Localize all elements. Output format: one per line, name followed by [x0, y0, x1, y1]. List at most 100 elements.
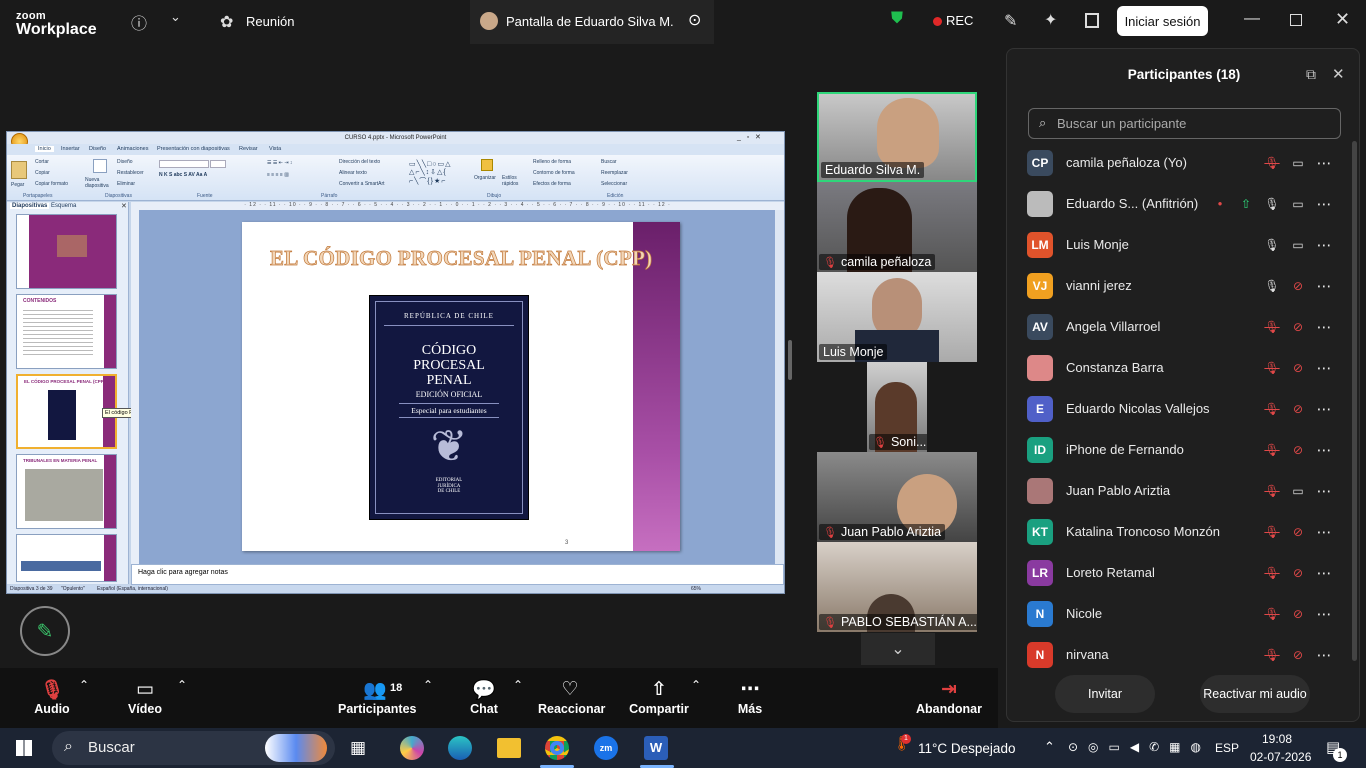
mic-icon[interactable]: 🎙 — [1259, 279, 1285, 293]
format-painter-button[interactable]: Copiar formato — [35, 181, 68, 187]
cut-button[interactable]: Cortar — [35, 159, 49, 165]
meeting-icon[interactable]: ✿ — [220, 12, 233, 32]
shape-effects-button[interactable]: Efectos de forma — [533, 181, 571, 187]
meeting-label[interactable]: Reunión — [246, 14, 294, 29]
participant-row[interactable]: Nnirvana 🎙 ⊘ ⋯ — [1027, 634, 1337, 675]
video-tile-camila[interactable]: 🎙 camila peñaloza — [817, 182, 977, 272]
chevron-down-icon[interactable]: ⌄ — [170, 9, 181, 25]
info-icon[interactable]: ⓘ — [131, 10, 147, 34]
invite-button[interactable]: Invitar — [1055, 675, 1155, 713]
participant-more-icon[interactable]: ⋯ — [1311, 605, 1337, 623]
participant-row[interactable]: LR Loreto Retamal 🎙 ⊘ ⋯ — [1027, 552, 1337, 593]
participant-row[interactable]: CP camila peñaloza (Yo) 🎙 ▭ ⋯ — [1027, 142, 1337, 183]
layout-button[interactable]: Diseño — [117, 159, 133, 165]
participant-more-icon[interactable]: ⋯ — [1311, 646, 1337, 664]
tray-chevron-icon[interactable]: ⌃ — [1044, 739, 1055, 755]
camera-off-icon[interactable]: ⊘ — [1285, 648, 1311, 662]
annotate-pen-button[interactable]: ✎ — [20, 606, 70, 656]
reset-button[interactable]: Restablecer — [117, 170, 144, 176]
camera-icon[interactable]: ▭ — [1285, 197, 1311, 211]
audio-options-caret[interactable]: ⌃ — [79, 678, 89, 692]
participant-row[interactable]: VJ vianni jerez 🎙 ⊘ ⋯ — [1027, 265, 1337, 306]
pane-tab-outline[interactable]: Esquema — [51, 203, 76, 209]
camera-icon[interactable]: ▭ — [1285, 484, 1311, 498]
rec-label[interactable]: REC — [946, 13, 973, 28]
mic-muted-icon[interactable]: 🎙 — [1259, 320, 1285, 334]
chat-options-caret[interactable]: ⌃ — [513, 678, 523, 692]
shapes-gallery[interactable]: ▭╲╲□○▭△ △⌐╲↕⇩△{⌐╲⌒{}★⌐ — [409, 160, 452, 186]
popout-icon[interactable]: ⧉ — [1306, 66, 1316, 83]
status-zoom[interactable]: 65% — [691, 586, 701, 592]
tray-time[interactable]: 19:08 — [1262, 732, 1292, 746]
font-name-field[interactable] — [159, 160, 209, 168]
camera-icon[interactable]: ▭ — [1285, 238, 1311, 252]
text-direction-button[interactable]: Dirección del texto — [339, 159, 380, 165]
ppt-window-controls[interactable]: _ ▫ ✕ — [737, 133, 761, 141]
edge-icon[interactable] — [448, 736, 472, 760]
ppt-tab-diseno[interactable]: Diseño — [89, 146, 106, 152]
camera-icon[interactable]: ▭ — [1285, 156, 1311, 170]
maximize-icon[interactable] — [1290, 14, 1302, 26]
split-handle[interactable] — [788, 340, 792, 380]
sparkle-icon[interactable]: ✦ — [1044, 10, 1057, 30]
more-options-icon[interactable]: ⊙ — [688, 10, 701, 30]
file-explorer-icon[interactable] — [497, 738, 521, 758]
video-tile-soni[interactable]: 🎙 Soni... — [867, 362, 927, 452]
mic-muted-icon[interactable]: 🎙 — [1259, 443, 1285, 457]
participant-more-icon[interactable]: ⋯ — [1311, 236, 1337, 254]
signin-button[interactable]: Iniciar sesión — [1117, 6, 1208, 36]
close-panel-icon[interactable]: ✕ — [1332, 65, 1345, 83]
mic-muted-icon[interactable]: 🎙 — [1259, 484, 1285, 498]
pane-close-icon[interactable]: ✕ — [121, 202, 127, 210]
video-tile-luis[interactable]: Luis Monje — [817, 272, 977, 362]
shape-outline-button[interactable]: Contorno de forma — [533, 170, 575, 176]
camera-off-icon[interactable]: ⊘ — [1285, 320, 1311, 334]
participant-row[interactable]: KT Katalina Troncoso Monzón 🎙 ⊘ ⋯ — [1027, 511, 1337, 552]
mic-icon[interactable]: 🎙 — [1259, 238, 1285, 252]
chrome-icon[interactable] — [545, 736, 569, 760]
slide-thumbnail-4[interactable]: TRIBUNALES EN MATERIA PENAL — [16, 454, 117, 529]
paste-icon[interactable] — [11, 161, 27, 179]
share-button[interactable]: ⇧ Compartir — [628, 678, 690, 716]
participant-more-icon[interactable]: ⋯ — [1311, 482, 1337, 500]
camera-off-icon[interactable]: ⊘ — [1285, 402, 1311, 416]
ppt-tab-insertar[interactable]: Insertar — [61, 146, 80, 152]
participant-row[interactable]: E Eduardo Nicolas Vallejos 🎙 ⊘ ⋯ — [1027, 388, 1337, 429]
delete-button[interactable]: Eliminar — [117, 181, 135, 187]
participant-row[interactable]: ID iPhone de Fernando 🎙 ⊘ ⋯ — [1027, 429, 1337, 470]
layout-icon[interactable] — [1085, 13, 1099, 28]
participant-row[interactable]: LM Luis Monje 🎙 ▭ ⋯ — [1027, 224, 1337, 265]
mic-muted-icon[interactable]: 🎙 — [1259, 361, 1285, 375]
paste-label[interactable]: Pegar — [11, 182, 24, 188]
participant-row[interactable]: Constanza Barra 🎙 ⊘ ⋯ — [1027, 347, 1337, 388]
list-buttons[interactable]: ☰ ☰ ⇤ ⇥ ↕ — [267, 160, 292, 166]
close-icon[interactable]: ✕ — [1335, 9, 1350, 30]
slide-thumbnail-5[interactable] — [16, 534, 117, 582]
share-tab[interactable]: Pantalla de Eduardo Silva M. ⊙ — [470, 0, 714, 44]
share-options-caret[interactable]: ⌃ — [691, 678, 701, 692]
vertical-scrollbar[interactable] — [775, 210, 784, 564]
smartart-button[interactable]: Convertir a SmartArt — [339, 181, 385, 187]
gallery-scroll-down-button[interactable]: ⌄ — [861, 633, 935, 665]
current-slide[interactable]: EL CÓDIGO PROCESAL PENAL (CPP) REPÚBLICA… — [242, 222, 680, 551]
ppt-tab-inicio[interactable]: Inicio — [35, 146, 54, 152]
participant-more-icon[interactable]: ⋯ — [1311, 523, 1337, 541]
video-tile-pablo[interactable]: 🎙 PABLO SEBASTIÁN A... — [817, 542, 977, 632]
weather-label[interactable]: 11°C Despejado — [918, 741, 1015, 756]
participant-row[interactable]: Eduardo S... (Anfitrión) ● ⇧ 🎙 ▭ ⋯ — [1027, 183, 1337, 224]
copy-button[interactable]: Copiar — [35, 170, 50, 176]
camera-off-icon[interactable]: ⊘ — [1285, 361, 1311, 375]
participant-more-icon[interactable]: ⋯ — [1311, 277, 1337, 295]
shape-fill-button[interactable]: Relleno de forma — [533, 159, 571, 165]
tray-date[interactable]: 02-07-2026 — [1250, 750, 1311, 764]
windows-start-icon[interactable] — [16, 740, 32, 756]
camera-off-icon[interactable]: ⊘ — [1285, 443, 1311, 457]
ppt-tab-presentacion[interactable]: Presentación con diapositivas — [157, 146, 230, 152]
font-size-field[interactable] — [210, 160, 226, 168]
replace-button[interactable]: Reemplazar — [601, 170, 628, 176]
chat-button[interactable]: 💬 Chat — [464, 678, 504, 716]
arrange-label[interactable]: Organizar — [474, 175, 496, 181]
pane-tab-slides[interactable]: Diapositivas — [10, 203, 50, 209]
mic-muted-icon[interactable]: 🎙 — [1259, 648, 1285, 662]
find-button[interactable]: Buscar — [601, 159, 617, 165]
